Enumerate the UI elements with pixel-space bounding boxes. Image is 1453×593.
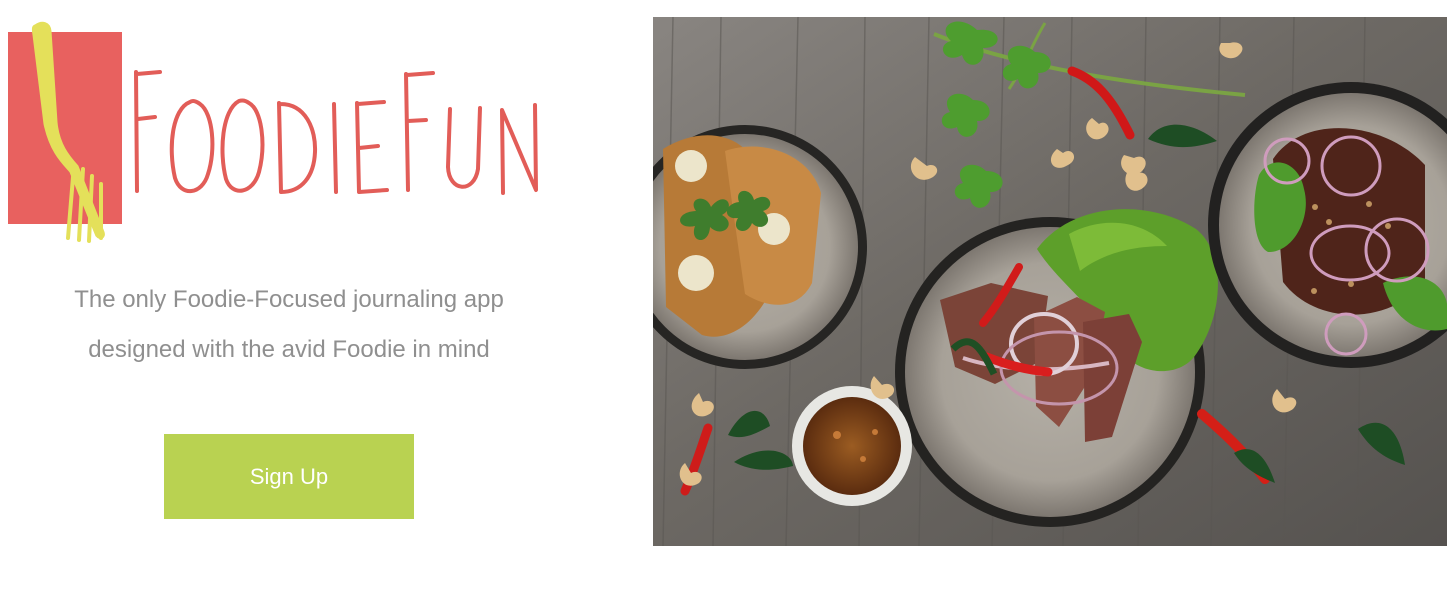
- brand-logo: [0, 0, 600, 260]
- food-dishes-photo: [653, 17, 1447, 546]
- brand-wordmark: [134, 70, 538, 195]
- tagline-line-1: The only Foodie-Focused journaling app: [74, 286, 504, 313]
- fork-icon: [31, 21, 105, 243]
- signup-button[interactable]: Sign Up: [164, 434, 414, 519]
- food-photo-illustration: [653, 17, 1447, 546]
- sauce-cup: [792, 386, 912, 506]
- tagline-line-2: designed with the avid Foodie in mind: [88, 336, 490, 363]
